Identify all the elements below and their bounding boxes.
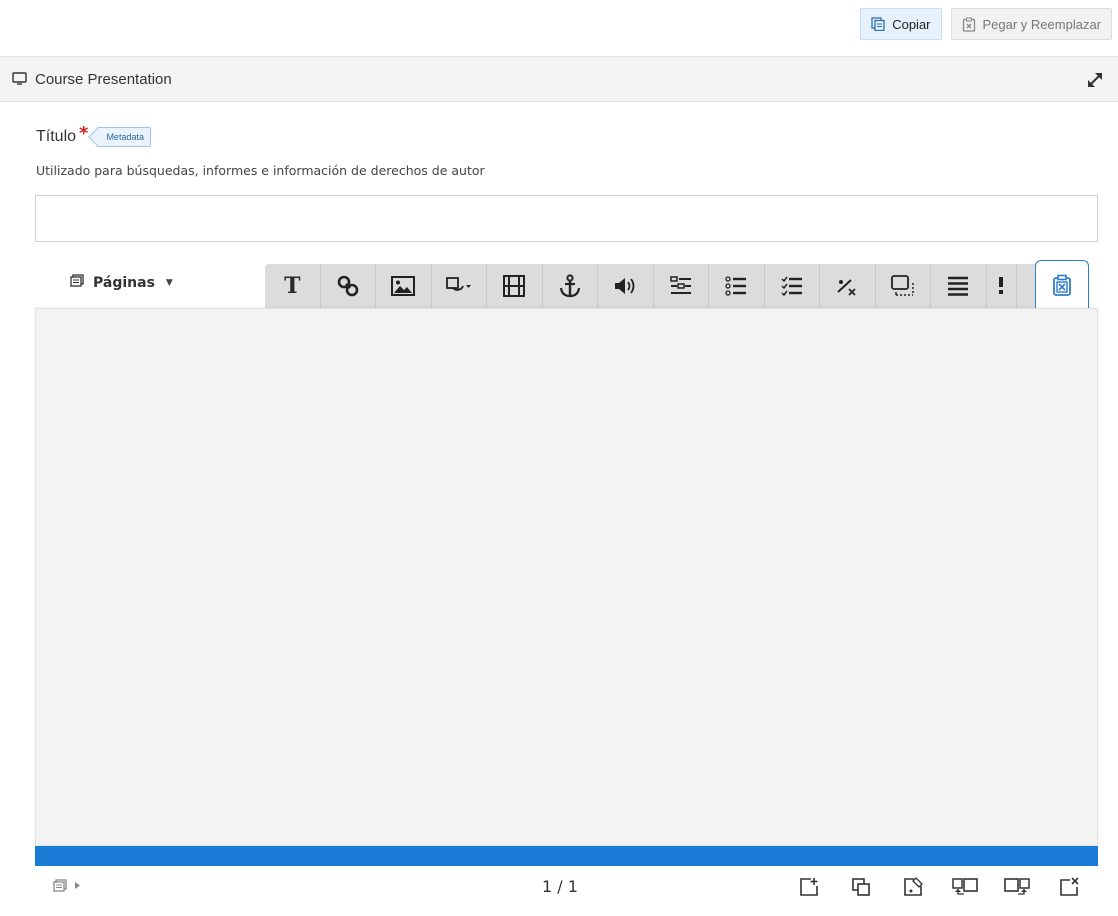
paste-replace-button[interactable]: Pegar y Reemplazar — [950, 8, 1112, 40]
slide-list-toggle[interactable] — [53, 879, 80, 892]
link-tool-button[interactable] — [321, 264, 376, 308]
image-tool-button[interactable] — [376, 264, 432, 308]
title-field-label: Título * Metadata — [36, 123, 151, 147]
table-tool-button[interactable] — [931, 264, 987, 308]
pages-dropdown[interactable]: Páginas ▼ — [70, 274, 173, 291]
slide-canvas[interactable] — [35, 308, 1098, 846]
move-slide-right-icon — [1004, 878, 1030, 895]
clipboard-actions: Copiar Pegar y Reemplazar — [860, 8, 1112, 40]
clone-slide-icon — [852, 878, 870, 896]
video-tool-button[interactable] — [487, 264, 543, 308]
move-slide-left-button[interactable] — [950, 874, 980, 900]
video-icon — [503, 275, 526, 297]
anchor-icon — [559, 274, 580, 298]
slide-background-button[interactable] — [898, 874, 928, 900]
more-tools-button[interactable] — [987, 264, 1017, 308]
add-slide-button[interactable] — [794, 874, 824, 900]
shapes-tool-button[interactable] — [432, 264, 487, 308]
more-icon — [999, 277, 1003, 294]
content-type-title: Course Presentation — [35, 70, 172, 88]
slide-actions — [794, 874, 1084, 900]
content-type-header: Course Presentation — [0, 56, 1118, 102]
audio-tool-button[interactable] — [598, 264, 654, 308]
text-tool-button[interactable]: T — [265, 264, 321, 308]
add-slide-icon — [800, 878, 818, 896]
chevron-right-icon — [75, 882, 80, 889]
title-label: Título — [36, 127, 77, 145]
paste-replace-label: Pegar y Reemplazar — [982, 16, 1102, 32]
delete-slide-button[interactable] — [1054, 874, 1084, 900]
page-counter: 1 / 1 — [542, 877, 578, 896]
pages-icon — [53, 879, 67, 892]
pages-icon — [70, 274, 84, 291]
progress-bar — [35, 846, 1098, 866]
monitor-icon — [12, 70, 27, 89]
form-icon — [670, 276, 691, 294]
list-icon — [725, 276, 747, 296]
move-slide-right-button[interactable] — [1002, 874, 1032, 900]
move-slide-left-icon — [952, 878, 978, 895]
metadata-label: Metadata — [106, 131, 144, 142]
table-icon — [948, 276, 969, 296]
delete-slide-icon — [1060, 877, 1079, 896]
form-tool-button[interactable] — [654, 264, 709, 308]
copy-icon — [871, 17, 885, 31]
copy-label: Copiar — [892, 16, 931, 32]
checklist-icon — [781, 276, 802, 296]
clone-slide-button[interactable] — [846, 874, 876, 900]
editor-toolbar: T — [265, 260, 1089, 308]
slide-footer: 1 / 1 — [35, 866, 1098, 906]
pages-label: Páginas — [93, 274, 155, 291]
shapes-icon — [445, 277, 471, 291]
screen-dotted-icon — [890, 275, 914, 296]
paste-tool-button[interactable] — [1035, 260, 1089, 308]
audio-icon — [615, 278, 635, 294]
text-icon: T — [284, 273, 301, 299]
expand-icon[interactable] — [1084, 69, 1106, 91]
paste-icon — [962, 17, 976, 32]
anchor-tool-button[interactable] — [543, 264, 598, 308]
copy-button[interactable]: Copiar — [860, 8, 942, 40]
checklist-tool-button[interactable] — [765, 264, 820, 308]
fraction-tool-button[interactable] — [820, 264, 876, 308]
fraction-icon — [837, 279, 856, 296]
interaction-tool-button[interactable] — [876, 264, 931, 308]
list-tool-button[interactable] — [709, 264, 765, 308]
link-icon — [337, 275, 359, 297]
title-description: Utilizado para búsquedas, informes e inf… — [36, 163, 485, 178]
required-marker: * — [79, 123, 89, 144]
image-icon — [391, 276, 416, 296]
chevron-down-icon: ▼ — [165, 277, 173, 288]
title-input[interactable] — [35, 195, 1098, 242]
slide-background-icon — [904, 877, 923, 896]
metadata-button[interactable]: Metadata — [97, 126, 151, 147]
paste-icon — [1053, 274, 1071, 296]
